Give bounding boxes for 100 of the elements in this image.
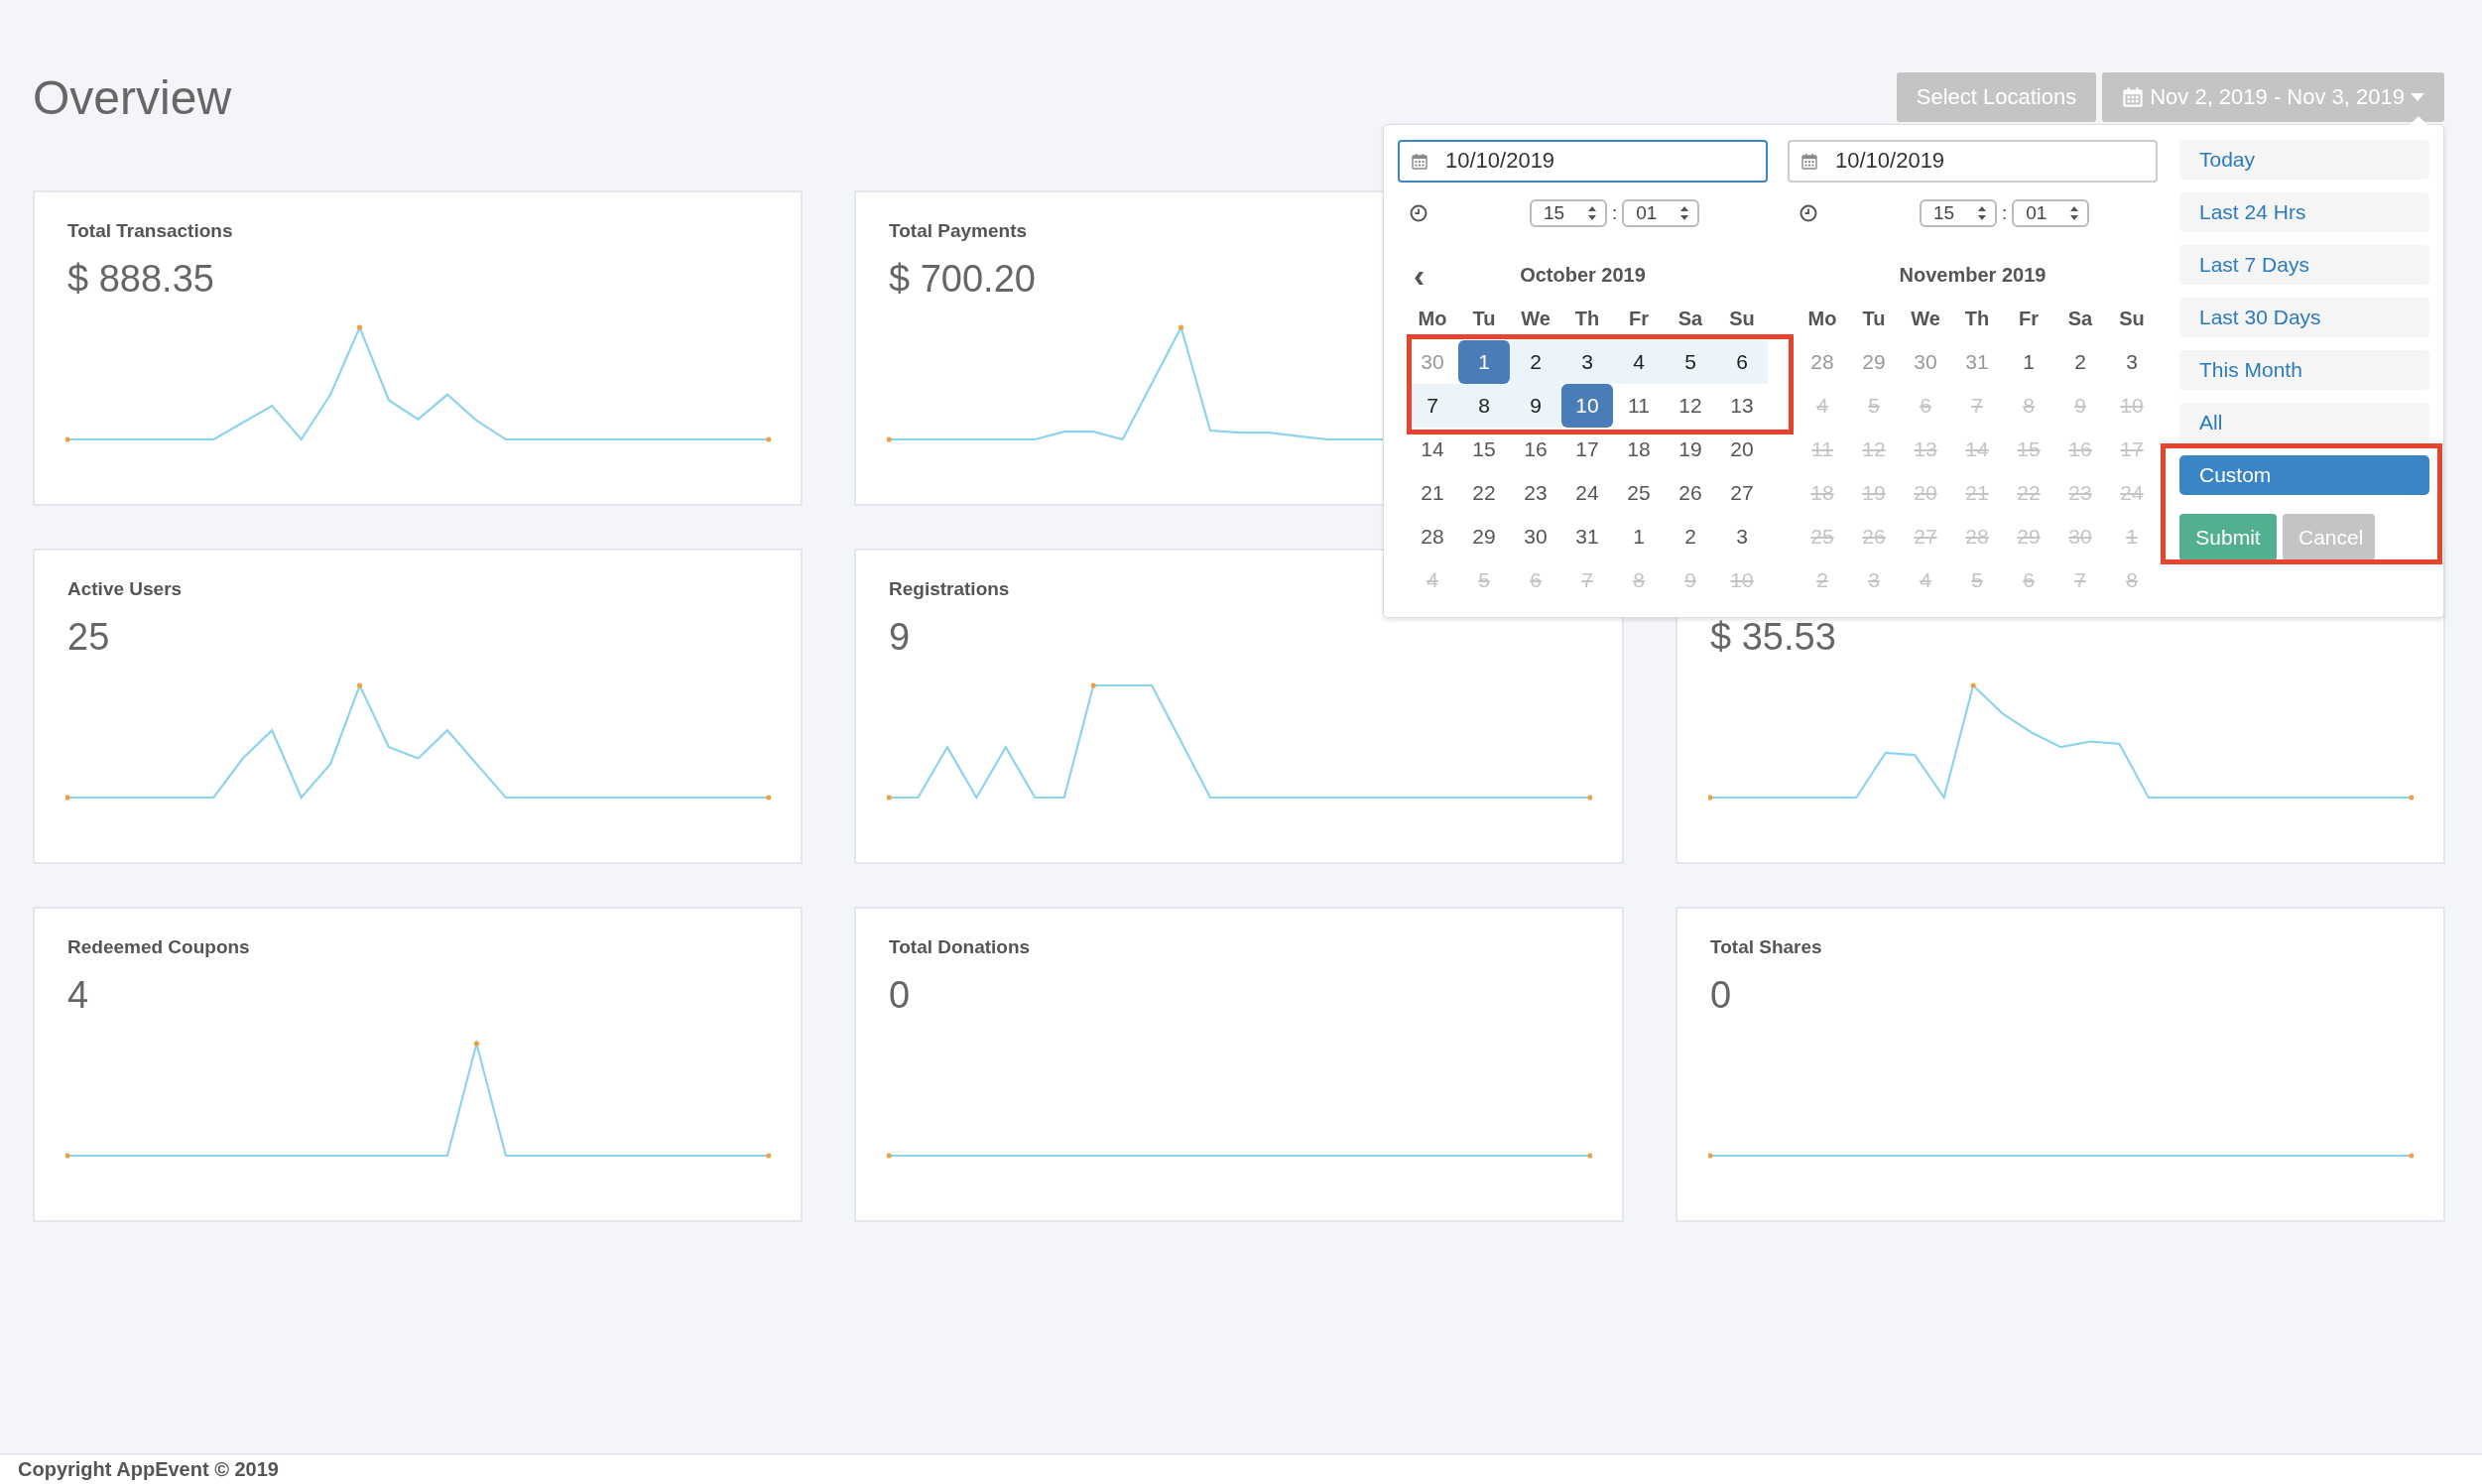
calendar-day[interactable]: 5	[1665, 340, 1716, 384]
calendar-day[interactable]: 12	[1665, 384, 1716, 428]
card-title: Active Users	[67, 578, 183, 601]
calendar-day[interactable]: 21	[1407, 471, 1458, 515]
weekday-label: We	[1520, 306, 1551, 331]
calendar-day[interactable]: 18	[1613, 428, 1665, 471]
copyright-text: Copyright AppEvent © 2019	[18, 1458, 279, 1481]
calendar-day[interactable]: 11	[1613, 384, 1665, 428]
calendar-day[interactable]: 28	[1797, 340, 1848, 384]
weekday-label: Th	[1573, 306, 1601, 331]
calendar-day[interactable]: 1	[1613, 515, 1665, 558]
calendar-day[interactable]: 14	[1407, 428, 1458, 471]
weekday-label: Sa	[1676, 306, 1704, 331]
calendar-day[interactable]: 24	[1561, 471, 1613, 515]
calendar-day[interactable]: 23	[1510, 471, 1561, 515]
calendar-day[interactable]: 26	[1665, 471, 1716, 515]
weekday-label: Sa	[2066, 306, 2094, 331]
clock-icon	[1799, 203, 1817, 222]
calendar-day[interactable]: 15	[1458, 428, 1510, 471]
weekday-label: Mo	[1417, 306, 1448, 331]
previous-month-button[interactable]: ‹	[1414, 260, 1426, 291]
calendar-day[interactable]: 9	[1510, 384, 1561, 428]
calendar-day[interactable]: 8	[1458, 384, 1510, 428]
card-title: Total Donations	[889, 936, 1031, 959]
card-value: 0	[889, 974, 911, 1018]
spinner-arrows-icon	[1977, 204, 1987, 221]
page-title: Overview	[33, 69, 232, 125]
minute-select[interactable]: 01	[1622, 198, 1700, 227]
range-option[interactable]: Today	[2179, 140, 2429, 180]
calendar-day[interactable]: 4	[1613, 340, 1665, 384]
calendar-day[interactable]: 20	[1716, 428, 1768, 471]
weekday-label: Tu	[1861, 306, 1887, 331]
weekday-label: We	[1910, 306, 1941, 331]
spinner-arrows-icon	[1679, 204, 1690, 221]
calendar-day[interactable]: 17	[1561, 428, 1613, 471]
card-value: 25	[67, 616, 110, 660]
weekday-label: Fr	[2018, 306, 2040, 331]
card-value: 0	[1710, 974, 1732, 1018]
card-title: Total Payments	[889, 220, 1028, 243]
calendar-day[interactable]: 29	[1848, 340, 1900, 384]
range-option[interactable]: Last 30 Days	[2179, 298, 2429, 337]
date-input-field[interactable]: 10/10/2019	[1788, 140, 2158, 183]
calendar-day[interactable]: 2	[2054, 340, 2106, 384]
card-title: Total Transactions	[67, 220, 233, 243]
caret-icon	[2411, 93, 2424, 101]
calendar-day[interactable]: 6	[1716, 340, 1768, 384]
card-title: Redeemed Coupons	[67, 936, 250, 959]
weekday-label: Th	[1963, 306, 1991, 331]
range-option[interactable]: Last 24 Hrs	[2179, 192, 2429, 232]
calendar-day[interactable]: 1	[2003, 340, 2054, 384]
calendar-day[interactable]: 10	[1561, 384, 1613, 428]
calendar-day[interactable]: 31	[1561, 515, 1613, 558]
date-input-field[interactable]: 10/10/2019	[1398, 140, 1768, 183]
month-title: October 2019	[1520, 263, 1646, 287]
spinner-arrows-icon	[1587, 204, 1597, 221]
card-value: $ 700.20	[889, 258, 1036, 302]
weekday-label: Tu	[1471, 306, 1497, 331]
card-value: $ 888.35	[67, 258, 214, 302]
range-option[interactable]: All	[2179, 403, 2429, 442]
card-title: Registrations	[889, 578, 1010, 601]
calendar-day[interactable]: 3	[2106, 340, 2158, 384]
hour-select[interactable]: 15	[1530, 198, 1607, 227]
calendar-day[interactable]: 30	[1407, 340, 1458, 384]
card-value: 9	[889, 616, 911, 660]
weekday-label: Su	[2118, 306, 2146, 331]
calendar-day[interactable]: 30	[1900, 340, 1951, 384]
calendar-icon	[2122, 86, 2145, 108]
minute-select[interactable]: 01	[2012, 198, 2090, 227]
calendar-day[interactable]: 22	[1458, 471, 1510, 515]
range-option[interactable]: Last 7 Days	[2179, 245, 2429, 285]
spinner-arrows-icon	[2069, 204, 2080, 221]
calendar-day[interactable]: 3	[1561, 340, 1613, 384]
card-value: 4	[67, 974, 89, 1018]
calendar-day[interactable]: 16	[1510, 428, 1561, 471]
calendar-day[interactable]: 29	[1458, 515, 1510, 558]
calendar-day[interactable]: 3	[1716, 515, 1768, 558]
calendar-day[interactable]: 25	[1613, 471, 1665, 515]
calendar-day[interactable]: 31	[1951, 340, 2003, 384]
calendar-day[interactable]: 1	[1458, 340, 1510, 384]
calendar-day[interactable]: 27	[1716, 471, 1768, 515]
hour-select[interactable]: 15	[1920, 198, 1997, 227]
card-title: Total Shares	[1710, 936, 1822, 959]
calendar-day[interactable]: 2	[1510, 340, 1561, 384]
calendar-day[interactable]: 28	[1407, 515, 1458, 558]
card-value: $ 35.53	[1710, 616, 1836, 660]
weekday-label: Mo	[1806, 306, 1838, 331]
time-separator: :	[1612, 201, 1618, 224]
calendar-day[interactable]: 13	[1716, 384, 1768, 428]
range-option[interactable]: This Month	[2179, 350, 2429, 390]
calendar-icon	[1801, 152, 1817, 170]
clock-icon	[1410, 203, 1427, 222]
submit-button[interactable]: Submit	[2179, 514, 2277, 560]
weekday-label: Su	[1728, 306, 1756, 331]
calendar-day[interactable]: 30	[1510, 515, 1561, 558]
time-separator: :	[2002, 201, 2008, 224]
calendar-day[interactable]: 19	[1665, 428, 1716, 471]
calendar-day[interactable]: 2	[1665, 515, 1716, 558]
calendar-icon	[1412, 152, 1427, 170]
weekday-label: Fr	[1628, 306, 1650, 331]
range-option[interactable]: Custom	[2179, 455, 2429, 495]
